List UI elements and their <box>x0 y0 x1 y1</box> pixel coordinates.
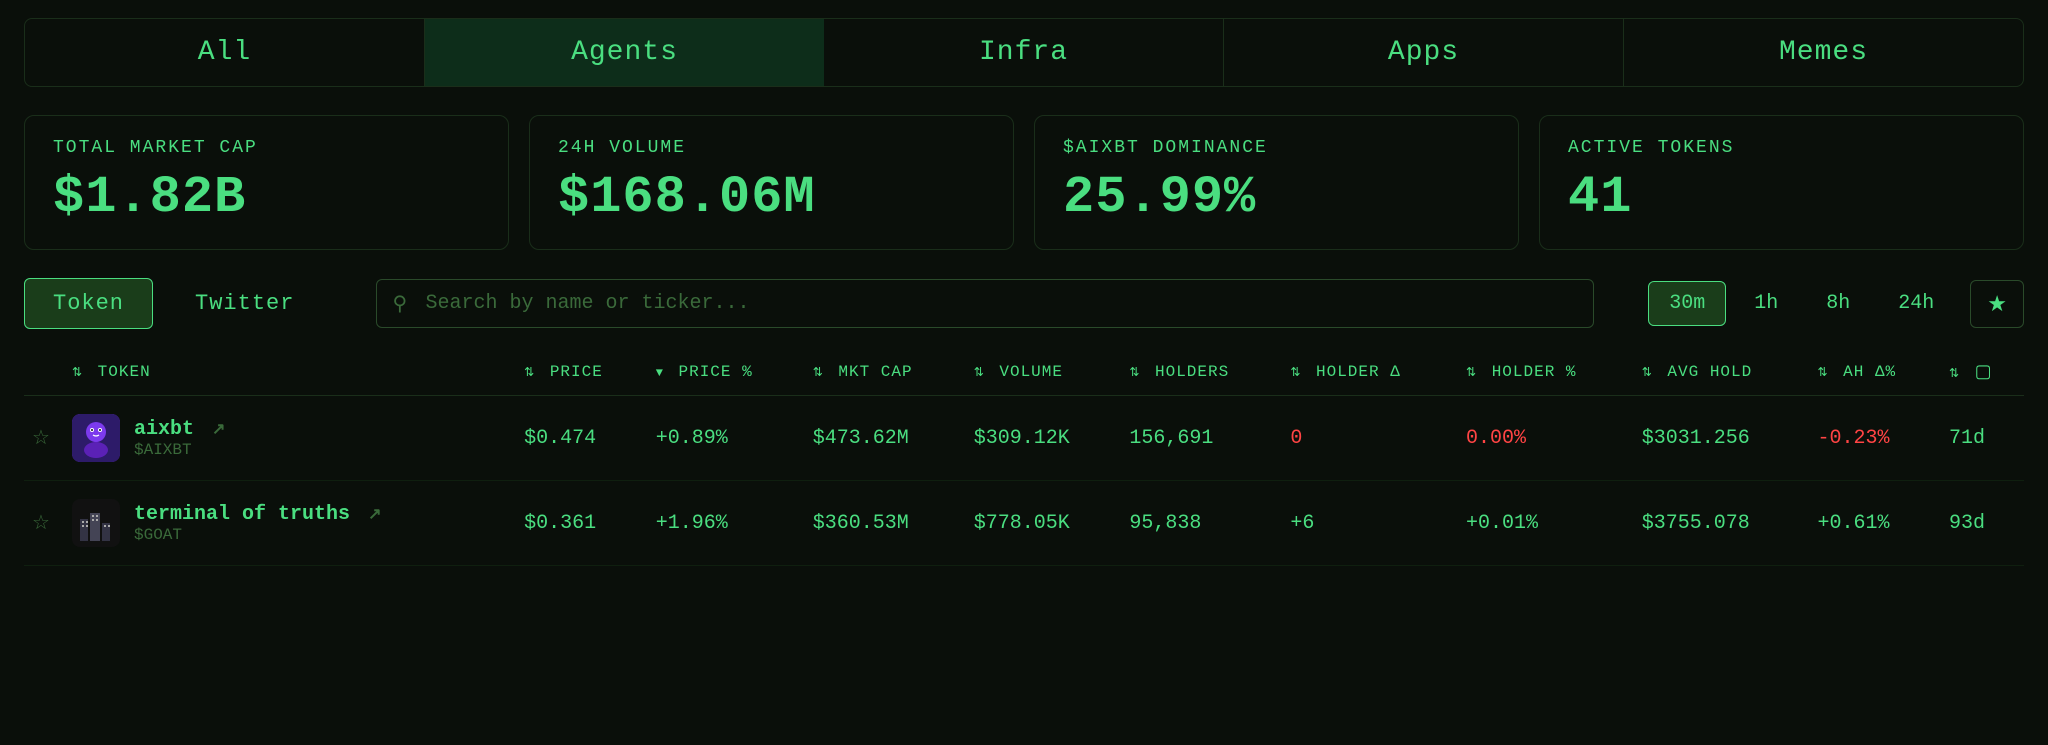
col-extra[interactable]: ⇅ ▢ <box>1941 349 2024 396</box>
table-row: ☆ <box>24 481 2024 566</box>
sort-icon-holder-percent: ⇅ <box>1466 365 1477 380</box>
stat-volume-24h-value: $168.06M <box>558 168 985 227</box>
tab-memes[interactable]: Memes <box>1624 19 2023 86</box>
token-info-aixbt: aixbt ↗ $AIXBT <box>134 418 225 459</box>
col-star <box>24 349 64 396</box>
stat-dominance-label: $AIXBT DOMINANCE <box>1063 138 1490 158</box>
star-goat[interactable]: ☆ <box>24 481 64 566</box>
token-table: ⇅ TOKEN ⇅ PRICE ▼ PRICE % ⇅ MKT CAP ⇅ <box>24 349 2024 566</box>
tab-infra[interactable]: Infra <box>824 19 1224 86</box>
stat-active-tokens-label: ACTIVE TOKENS <box>1568 138 1995 158</box>
token-name-goat: terminal of truths ↗ <box>134 503 381 526</box>
table-row: ☆ <box>24 396 2024 481</box>
nav-tabs: All Agents Infra Apps Memes <box>24 18 2024 87</box>
time-btn-30m[interactable]: 30m <box>1648 281 1726 326</box>
avatar-goat <box>72 499 120 547</box>
extra-aixbt: 71d <box>1941 396 2024 481</box>
holder-delta-goat: +6 <box>1282 481 1458 566</box>
price-aixbt: $0.474 <box>516 396 648 481</box>
price-percent-goat: +1.96% <box>648 481 805 566</box>
col-ah-delta[interactable]: ⇅ AH Δ% <box>1809 349 1941 396</box>
col-price[interactable]: ⇅ PRICE <box>516 349 648 396</box>
holder-delta-aixbt: 0 <box>1282 396 1458 481</box>
sort-icon-price-percent: ▼ <box>656 366 664 380</box>
stat-total-market-cap: TOTAL MARKET CAP $1.82B <box>24 115 509 250</box>
sort-icon-holder-delta: ⇅ <box>1290 365 1301 380</box>
col-holder-percent[interactable]: ⇅ HOLDER % <box>1458 349 1634 396</box>
ah-delta-goat: +0.61% <box>1809 481 1941 566</box>
time-btn-8h[interactable]: 8h <box>1806 282 1870 325</box>
token-cell-goat: terminal of truths ↗ $GOAT <box>64 481 516 566</box>
token-ticker-goat: $GOAT <box>134 526 381 544</box>
filter-twitter-button[interactable]: Twitter <box>167 279 322 328</box>
token-info-goat: terminal of truths ↗ $GOAT <box>134 503 381 544</box>
tab-apps[interactable]: Apps <box>1224 19 1624 86</box>
token-table-container: ⇅ TOKEN ⇅ PRICE ▼ PRICE % ⇅ MKT CAP ⇅ <box>24 349 2024 566</box>
stat-volume-24h-label: 24H VOLUME <box>558 138 985 158</box>
sort-icon-price: ⇅ <box>524 365 535 380</box>
mkt-cap-goat: $360.53M <box>805 481 966 566</box>
star-aixbt[interactable]: ☆ <box>24 396 64 481</box>
token-name-aixbt: aixbt ↗ <box>134 418 225 441</box>
extra-goat: 93d <box>1941 481 2024 566</box>
stat-cards: TOTAL MARKET CAP $1.82B 24H VOLUME $168.… <box>24 115 2024 250</box>
external-link-icon-aixbt[interactable]: ↗ <box>212 421 225 439</box>
search-container: ⚲ <box>376 279 1594 328</box>
holder-percent-goat: +0.01% <box>1458 481 1634 566</box>
col-avg-hold[interactable]: ⇅ AVG HOLD <box>1634 349 1810 396</box>
ah-delta-aixbt: -0.23% <box>1809 396 1941 481</box>
holders-goat: 95,838 <box>1121 481 1282 566</box>
avatar-aixbt <box>72 414 120 462</box>
table-header-row: ⇅ TOKEN ⇅ PRICE ▼ PRICE % ⇅ MKT CAP ⇅ <box>24 349 2024 396</box>
col-holders[interactable]: ⇅ HOLDERS <box>1121 349 1282 396</box>
volume-aixbt: $309.12K <box>966 396 1122 481</box>
col-volume[interactable]: ⇅ VOLUME <box>966 349 1122 396</box>
favorites-button[interactable]: ★ <box>1970 280 2024 328</box>
col-price-percent[interactable]: ▼ PRICE % <box>648 349 805 396</box>
price-goat: $0.361 <box>516 481 648 566</box>
stat-total-market-cap-value: $1.82B <box>53 168 480 227</box>
sort-icon-volume: ⇅ <box>974 365 985 380</box>
stat-dominance: $AIXBT DOMINANCE 25.99% <box>1034 115 1519 250</box>
holder-percent-aixbt: 0.00% <box>1458 396 1634 481</box>
token-ticker-aixbt: $AIXBT <box>134 441 225 459</box>
time-filters: 30m 1h 8h 24h ★ <box>1648 280 2024 328</box>
sort-icon-holders: ⇅ <box>1129 365 1140 380</box>
avg-hold-goat: $3755.078 <box>1634 481 1810 566</box>
stat-dominance-value: 25.99% <box>1063 168 1490 227</box>
sort-icon-mkt-cap: ⇅ <box>813 365 824 380</box>
search-input[interactable] <box>376 279 1594 328</box>
token-cell-aixbt: aixbt ↗ $AIXBT <box>64 396 516 481</box>
mkt-cap-aixbt: $473.62M <box>805 396 966 481</box>
sort-icon-extra: ⇅ <box>1949 366 1960 381</box>
holders-aixbt: 156,691 <box>1121 396 1282 481</box>
stat-volume-24h: 24H VOLUME $168.06M <box>529 115 1014 250</box>
search-icon: ⚲ <box>392 291 407 317</box>
tab-agents[interactable]: Agents <box>425 19 824 86</box>
filter-token-button[interactable]: Token <box>24 278 153 329</box>
avg-hold-aixbt: $3031.256 <box>1634 396 1810 481</box>
col-token[interactable]: ⇅ TOKEN <box>64 349 516 396</box>
volume-goat: $778.05K <box>966 481 1122 566</box>
sort-icon-token: ⇅ <box>72 365 83 380</box>
col-mkt-cap[interactable]: ⇅ MKT CAP <box>805 349 966 396</box>
stat-active-tokens-value: 41 <box>1568 168 1995 227</box>
stat-total-market-cap-label: TOTAL MARKET CAP <box>53 138 480 158</box>
sort-icon-avg-hold: ⇅ <box>1642 365 1653 380</box>
stat-active-tokens: ACTIVE TOKENS 41 <box>1539 115 2024 250</box>
expand-icon-goat[interactable]: ↗ <box>368 506 381 524</box>
price-percent-aixbt: +0.89% <box>648 396 805 481</box>
filter-row: Token Twitter ⚲ 30m 1h 8h 24h ★ <box>24 278 2024 329</box>
time-btn-24h[interactable]: 24h <box>1878 282 1954 325</box>
sort-icon-ah-delta: ⇅ <box>1817 365 1828 380</box>
tab-all[interactable]: All <box>25 19 425 86</box>
col-holder-delta[interactable]: ⇅ HOLDER Δ <box>1282 349 1458 396</box>
time-btn-1h[interactable]: 1h <box>1734 282 1798 325</box>
